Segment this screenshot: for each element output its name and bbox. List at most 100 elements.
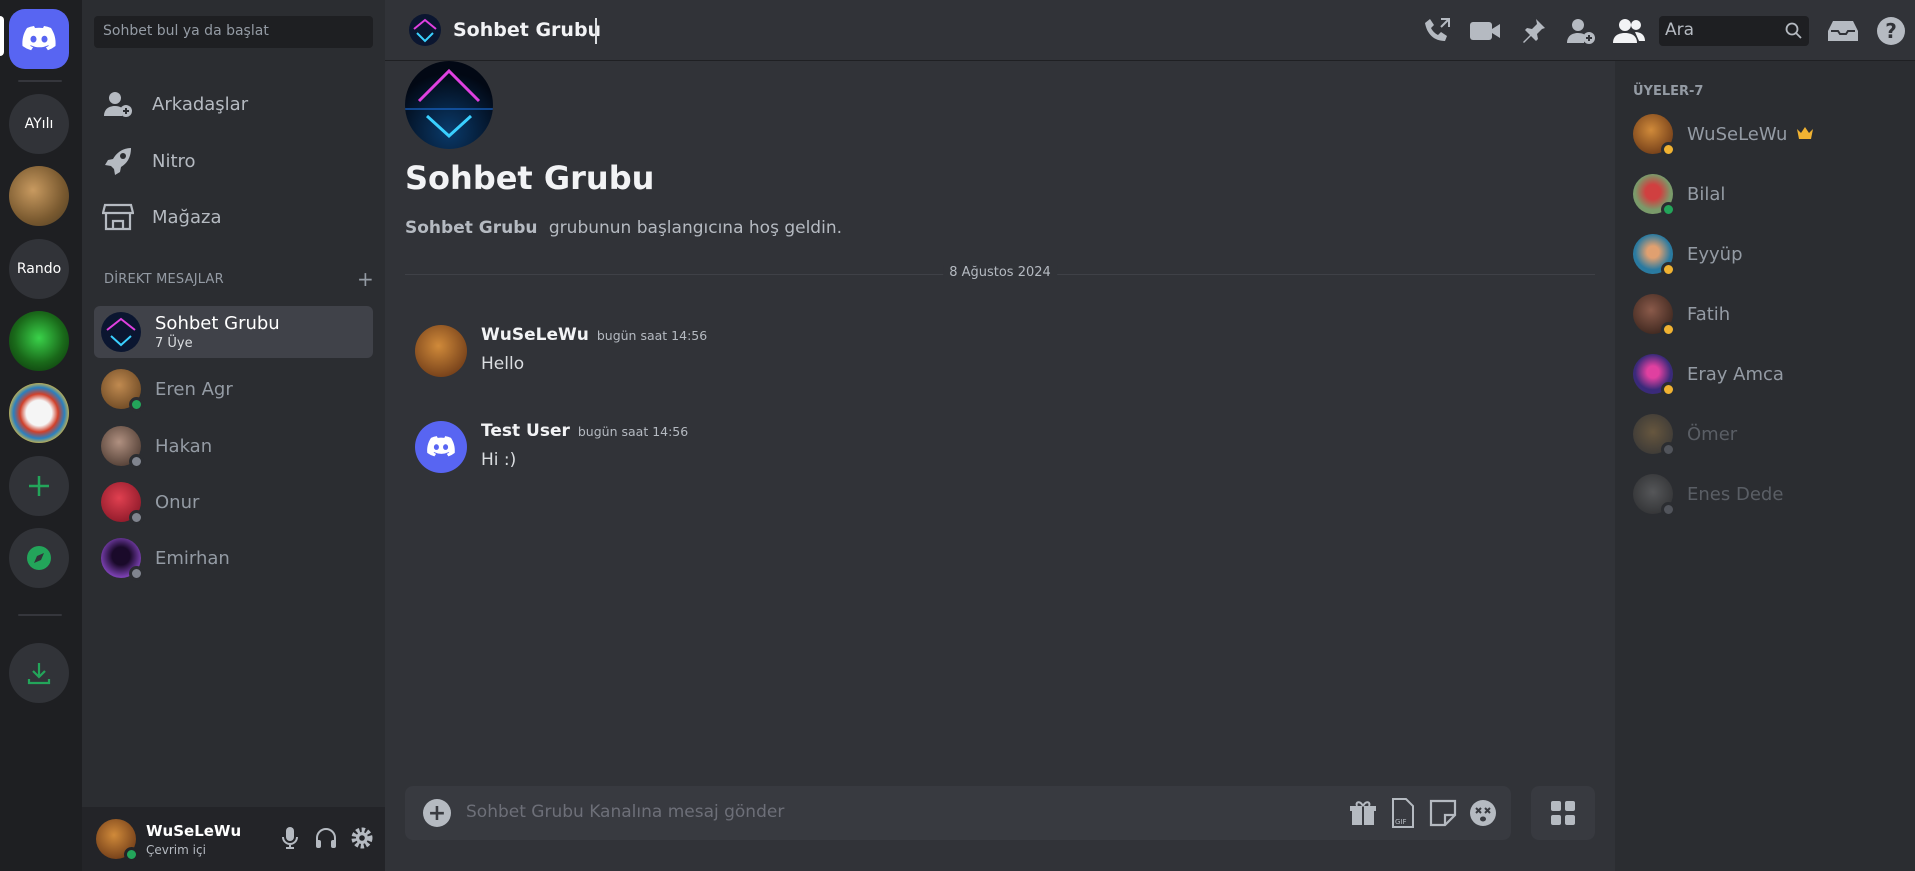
server-green-avatar[interactable] — [9, 311, 69, 371]
add-friends-to-dm-icon[interactable] — [1557, 13, 1605, 49]
nav-friends[interactable]: Arkadaşlar — [94, 81, 373, 127]
compass-icon — [27, 546, 51, 570]
dm-name: Emirhan — [155, 547, 230, 569]
dm-header-label: DİREKT MESAJLAR — [104, 272, 224, 287]
message-composer[interactable]: + Sohbet Grubu Kanalına mesaj gönder GIF — [405, 786, 1511, 840]
online-status-icon — [124, 847, 139, 862]
online-status-icon — [129, 397, 144, 412]
help-icon[interactable]: ? — [1867, 13, 1915, 49]
channel-title[interactable]: Sohbet Grubu — [453, 19, 601, 41]
message-avatar[interactable] — [415, 325, 467, 377]
member-fatih[interactable]: Fatih — [1633, 292, 1903, 337]
server-rando[interactable]: Rando — [9, 239, 69, 299]
message-author[interactable]: Test User bugün saat 14:56 — [481, 421, 688, 441]
avatar — [101, 482, 144, 525]
nav-nitro[interactable]: Nitro — [94, 138, 373, 184]
member-list: ÜYELER-7 WuSeLeWu Bilal Eyyüp Fatih Eray… — [1615, 61, 1915, 871]
upload-plus-icon[interactable]: + — [423, 799, 451, 827]
apps-grid-icon — [1551, 801, 1575, 825]
group-welcome-avatar — [405, 61, 493, 149]
inbox-icon[interactable] — [1819, 13, 1867, 49]
video-call-icon[interactable] — [1461, 13, 1509, 49]
dm-item-onur[interactable]: Onur — [94, 476, 373, 528]
user-panel: WuSeLeWu Çevrim içi — [82, 807, 385, 871]
avatar — [1633, 114, 1676, 157]
rail-separator-2 — [18, 614, 62, 616]
nav-shop[interactable]: Mağaza — [94, 194, 373, 240]
settings-gear-icon[interactable] — [349, 825, 375, 851]
idle-status-icon — [1661, 262, 1676, 277]
pinned-messages-icon[interactable] — [1509, 13, 1557, 49]
message: Test User bugün saat 14:56 Hi :) — [415, 421, 1515, 481]
welcome-group-name: Sohbet Grubu — [405, 218, 538, 238]
avatar — [1633, 234, 1676, 277]
member-eyyup[interactable]: Eyyüp — [1633, 232, 1903, 277]
sticker-icon[interactable] — [1429, 798, 1457, 828]
create-dm-button[interactable]: + — [357, 267, 374, 291]
nav-friends-label: Arkadaşlar — [152, 93, 249, 115]
message-timestamp: bugün saat 14:56 — [577, 424, 689, 439]
composer-placeholder: Sohbet Grubu Kanalına mesaj gönder — [466, 802, 785, 822]
offline-status-icon — [129, 510, 144, 525]
member-name: Ömer — [1687, 423, 1738, 445]
dm-item-sohbet-grubu[interactable]: Sohbet Grubu 7 Üye — [94, 306, 373, 358]
welcome-title: Sohbet Grubu — [405, 159, 655, 197]
member-name: Fatih — [1687, 303, 1731, 325]
emoji-icon[interactable] — [1469, 798, 1497, 828]
member-wuselewu[interactable]: WuSeLeWu — [1633, 112, 1903, 157]
apps-button[interactable] — [1531, 786, 1595, 840]
dm-item-hakan[interactable]: Hakan — [94, 420, 373, 472]
header-search-input[interactable]: Ara — [1659, 15, 1809, 46]
group-avatar — [101, 312, 141, 352]
download-apps-button[interactable] — [9, 643, 69, 703]
svg-text:?: ? — [1885, 19, 1897, 43]
svg-text:GIF: GIF — [1395, 818, 1407, 826]
channel-header: Sohbet Grubu Ara ? — [385, 0, 1915, 61]
date-divider: 8 Ağustos 2024 — [405, 265, 1595, 280]
group-icon — [409, 14, 441, 46]
offline-status-icon — [1661, 502, 1676, 517]
idle-status-icon — [1661, 142, 1676, 157]
member-eray-amca[interactable]: Eray Amca — [1633, 352, 1903, 397]
member-name: WuSeLeWu — [1687, 123, 1788, 145]
offline-status-icon — [1661, 442, 1676, 457]
gift-icon[interactable] — [1349, 798, 1377, 828]
member-name: Eyyüp — [1687, 243, 1743, 265]
download-icon — [27, 663, 51, 685]
message-avatar[interactable] — [415, 421, 467, 473]
dm-item-emirhan[interactable]: Emirhan — [94, 532, 373, 584]
gif-icon[interactable]: GIF — [1389, 798, 1417, 828]
server-ayili[interactable]: AYılı — [9, 94, 69, 154]
member-bilal[interactable]: Bilal — [1633, 172, 1903, 217]
date-divider-label: 8 Ağustos 2024 — [943, 265, 1057, 280]
dm-name: Eren Agr — [155, 378, 233, 400]
plus-icon — [29, 476, 49, 496]
server-skull-avatar[interactable] — [9, 383, 69, 443]
online-status-icon — [1661, 202, 1676, 217]
discord-app: AYılı Rando Sohbet bul ya da başlat Arka… — [0, 0, 1915, 871]
message-author[interactable]: WuSeLeWu bugün saat 14:56 — [481, 325, 707, 345]
avatar — [101, 426, 144, 469]
server-cat-avatar[interactable] — [9, 166, 69, 226]
offline-status-icon — [129, 454, 144, 469]
home-button[interactable] — [9, 9, 69, 69]
avatar — [101, 538, 144, 581]
search-icon — [1785, 22, 1803, 45]
avatar — [101, 369, 144, 412]
idle-status-icon — [1661, 322, 1676, 337]
headphones-icon[interactable] — [313, 825, 339, 851]
member-omer[interactable]: Ömer — [1633, 412, 1903, 457]
member-enes-dede[interactable]: Enes Dede — [1633, 472, 1903, 517]
user-name: WuSeLeWu — [146, 821, 242, 840]
user-avatar[interactable] — [96, 819, 139, 862]
add-server-button[interactable] — [9, 456, 69, 516]
conversation-search-input[interactable]: Sohbet bul ya da başlat — [94, 16, 373, 48]
explore-servers-button[interactable] — [9, 528, 69, 588]
dm-name: Onur — [155, 491, 200, 513]
dm-item-eren-agr[interactable]: Eren Agr — [94, 363, 373, 415]
member-list-icon[interactable] — [1605, 13, 1653, 49]
microphone-icon[interactable] — [277, 825, 303, 851]
server-rail: AYılı Rando — [0, 0, 82, 871]
call-icon[interactable] — [1413, 13, 1461, 49]
discord-logo-icon — [22, 26, 56, 51]
